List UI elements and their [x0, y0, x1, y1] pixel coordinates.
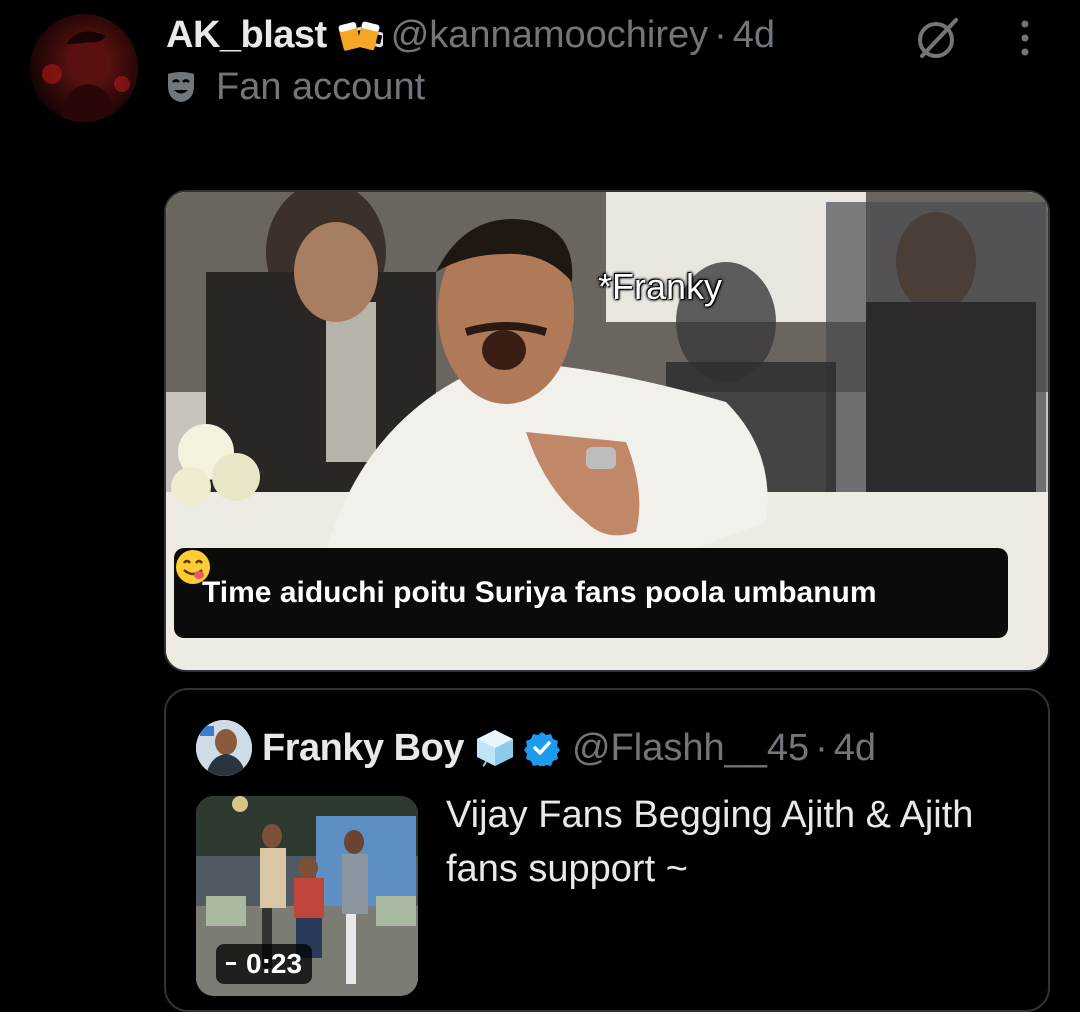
quoted-tweet-text: Vijay Fans Begging Ajith & Ajith fans su… [446, 794, 974, 890]
quoted-video-thumbnail[interactable]: 0:23 [196, 796, 418, 996]
quoted-display-name[interactable]: Franky Boy [262, 727, 464, 770]
tweet[interactable]: AK_blast @kannamoochirey · 4d Fan accoun… [0, 0, 1080, 1012]
media-caption: Time aiduchi poitu Suriya fans poola umb… [202, 576, 877, 609]
tweet-media-image[interactable]: *Franky Time aiduchi poitu Suriya fans p… [164, 190, 1050, 672]
account-label[interactable]: Fan account [166, 62, 425, 112]
quoted-separator-dot: · [815, 726, 828, 769]
tweet-timestamp[interactable]: 4d [733, 14, 775, 57]
yum-face-icon [176, 550, 927, 612]
theater-mask-icon [166, 70, 196, 104]
author-avatar[interactable] [30, 14, 138, 122]
grok-icon[interactable] [912, 12, 964, 64]
beer-mugs-icon [337, 15, 385, 55]
verified-badge-icon[interactable] [523, 730, 560, 768]
video-duration-badge: 0:23 [216, 944, 313, 984]
more-vertical-icon[interactable] [1010, 14, 1040, 64]
quoted-author-header: Franky Boy @Flashh__45 · 4d [262, 720, 876, 776]
quoted-tweet[interactable]: Franky Boy @Flashh__45 · 4d 0:23 Vijay F… [164, 688, 1050, 1012]
author-header: AK_blast @kannamoochirey · 4d [166, 10, 775, 60]
label-text: Fan account [216, 65, 426, 108]
separator-dot: · [714, 13, 727, 56]
quoted-handle[interactable]: @Flashh__45 [572, 727, 809, 770]
media-overlay-tag: *Franky [598, 266, 723, 307]
video-duration: 0:23 [246, 948, 303, 979]
author-display-name[interactable]: AK_blast [166, 14, 327, 57]
author-handle[interactable]: @kannamoochirey [391, 14, 708, 57]
quoted-timestamp[interactable]: 4d [834, 727, 876, 770]
play-indicator-icon [226, 962, 236, 965]
media-caption-box: Time aiduchi poitu Suriya fans poola umb… [174, 548, 1008, 638]
quoted-author-avatar[interactable] [196, 720, 252, 776]
ice-cube-icon [474, 727, 516, 769]
